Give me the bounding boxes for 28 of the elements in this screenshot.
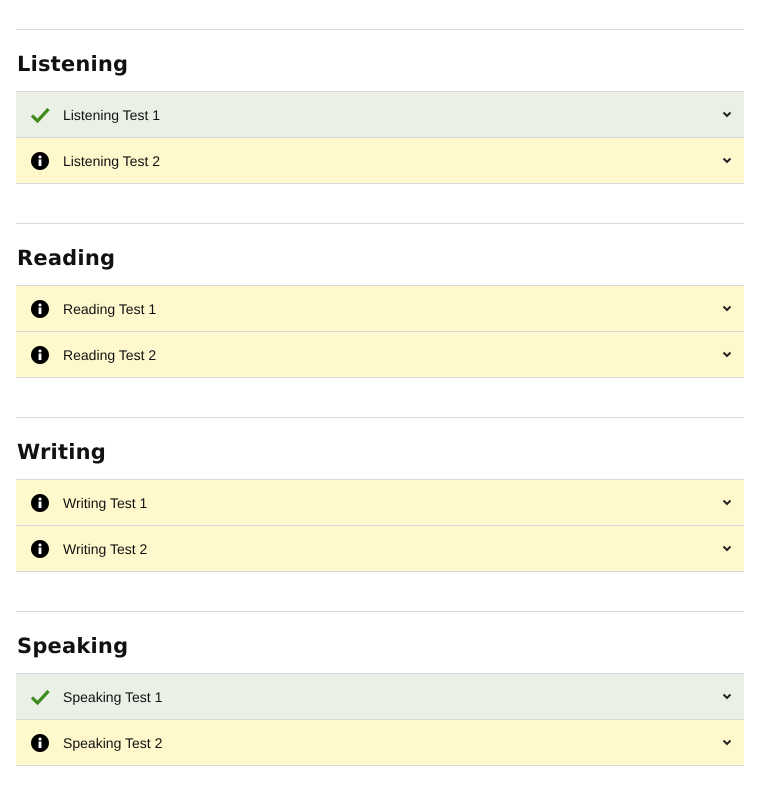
chevron-down-icon	[722, 351, 732, 358]
checkmark-icon	[30, 106, 50, 122]
info-icon	[31, 152, 49, 170]
chevron-down-icon	[722, 499, 732, 506]
chevron-down-icon	[722, 545, 732, 552]
info-icon	[31, 300, 49, 318]
info-icon	[31, 734, 49, 752]
info-icon	[31, 494, 49, 512]
test-row[interactable]: Reading Test 2	[16, 332, 744, 378]
test-row[interactable]: Listening Test 1	[16, 92, 744, 138]
chevron-down-icon	[722, 111, 732, 118]
test-row[interactable]: Listening Test 2	[16, 138, 744, 184]
chevron-down-icon	[722, 739, 732, 746]
checkmark-icon	[30, 688, 50, 704]
info-icon	[31, 346, 49, 364]
test-row[interactable]: Speaking Test 2	[16, 720, 744, 766]
chevron-down-icon	[722, 693, 732, 700]
info-icon	[31, 540, 49, 558]
section-heading: Writing	[16, 439, 107, 466]
chevron-down-icon	[722, 157, 732, 164]
test-row[interactable]: Writing Test 1	[16, 480, 744, 526]
section-heading: Speaking	[16, 633, 130, 660]
test-row[interactable]: Writing Test 2	[16, 526, 744, 572]
section-heading: Reading	[16, 245, 116, 272]
test-row[interactable]: Reading Test 1	[16, 286, 744, 332]
chevron-down-icon	[722, 305, 732, 312]
section-heading: Listening	[16, 51, 130, 78]
test-row[interactable]: Speaking Test 1	[16, 674, 744, 720]
